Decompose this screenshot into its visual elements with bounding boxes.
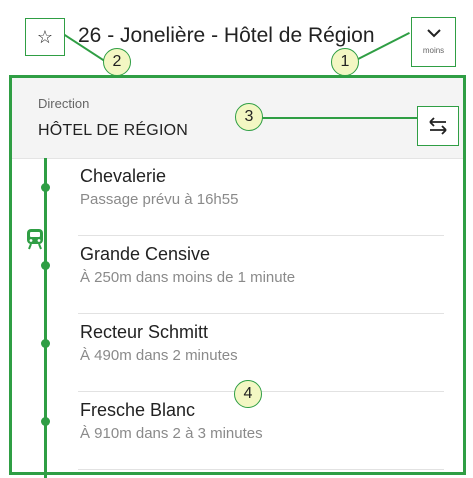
stop-item[interactable]: Fresche Blanc À 910m dans 2 à 3 minutes bbox=[78, 392, 444, 470]
bus-icon bbox=[27, 229, 43, 250]
stop-item[interactable]: Recteur Schmitt À 490m dans 2 minutes bbox=[78, 314, 444, 392]
stops-panel: Direction HÔTEL DE RÉGION Chevalerie Pas… bbox=[9, 75, 466, 478]
swap-direction-icon bbox=[429, 117, 447, 135]
stop-timeline bbox=[12, 158, 72, 478]
timeline-dot bbox=[41, 261, 50, 270]
callout-2: 2 bbox=[103, 48, 131, 76]
stop-name: Chevalerie bbox=[80, 166, 167, 186]
callout-3: 3 bbox=[235, 103, 263, 131]
stop-item[interactable]: Grande Censive À 250m dans moins de 1 mi… bbox=[78, 236, 444, 314]
callout-1: 1 bbox=[331, 48, 359, 76]
direction-label: Direction bbox=[38, 96, 90, 111]
line-title: 26 - Jonelière - Hôtel de Région bbox=[78, 24, 375, 47]
timeline-line bbox=[44, 158, 47, 478]
favorite-button[interactable]: ☆ bbox=[25, 18, 65, 56]
stop-name: Grande Censive bbox=[80, 244, 211, 264]
stop-arrival-info: Passage prévu à 16h55 bbox=[80, 191, 239, 208]
callout-leader-3 bbox=[262, 117, 417, 119]
stop-item[interactable]: Chevalerie Passage prévu à 16h55 bbox=[78, 158, 444, 236]
swap-direction-button[interactable] bbox=[417, 106, 459, 146]
stop-name: Fresche Blanc bbox=[80, 400, 196, 420]
timeline-dot bbox=[41, 339, 50, 348]
stop-arrival-info: À 490m dans 2 minutes bbox=[80, 347, 238, 364]
stop-arrival-info: À 910m dans 2 à 3 minutes bbox=[80, 425, 263, 442]
direction-value: HÔTEL DE RÉGION bbox=[38, 122, 188, 139]
collapse-toggle-button[interactable]: moins bbox=[411, 17, 456, 67]
timeline-dot bbox=[41, 183, 50, 192]
stop-arrival-info: À 250m dans moins de 1 minute bbox=[80, 269, 296, 286]
toggle-label: moins bbox=[422, 46, 445, 55]
stop-list: Chevalerie Passage prévu à 16h55 Grande … bbox=[78, 158, 444, 470]
timeline-dot bbox=[41, 417, 50, 426]
callout-4: 4 bbox=[234, 380, 262, 408]
stop-name: Recteur Schmitt bbox=[80, 322, 209, 342]
star-icon: ☆ bbox=[36, 26, 54, 47]
chevron-down-icon bbox=[426, 29, 441, 38]
